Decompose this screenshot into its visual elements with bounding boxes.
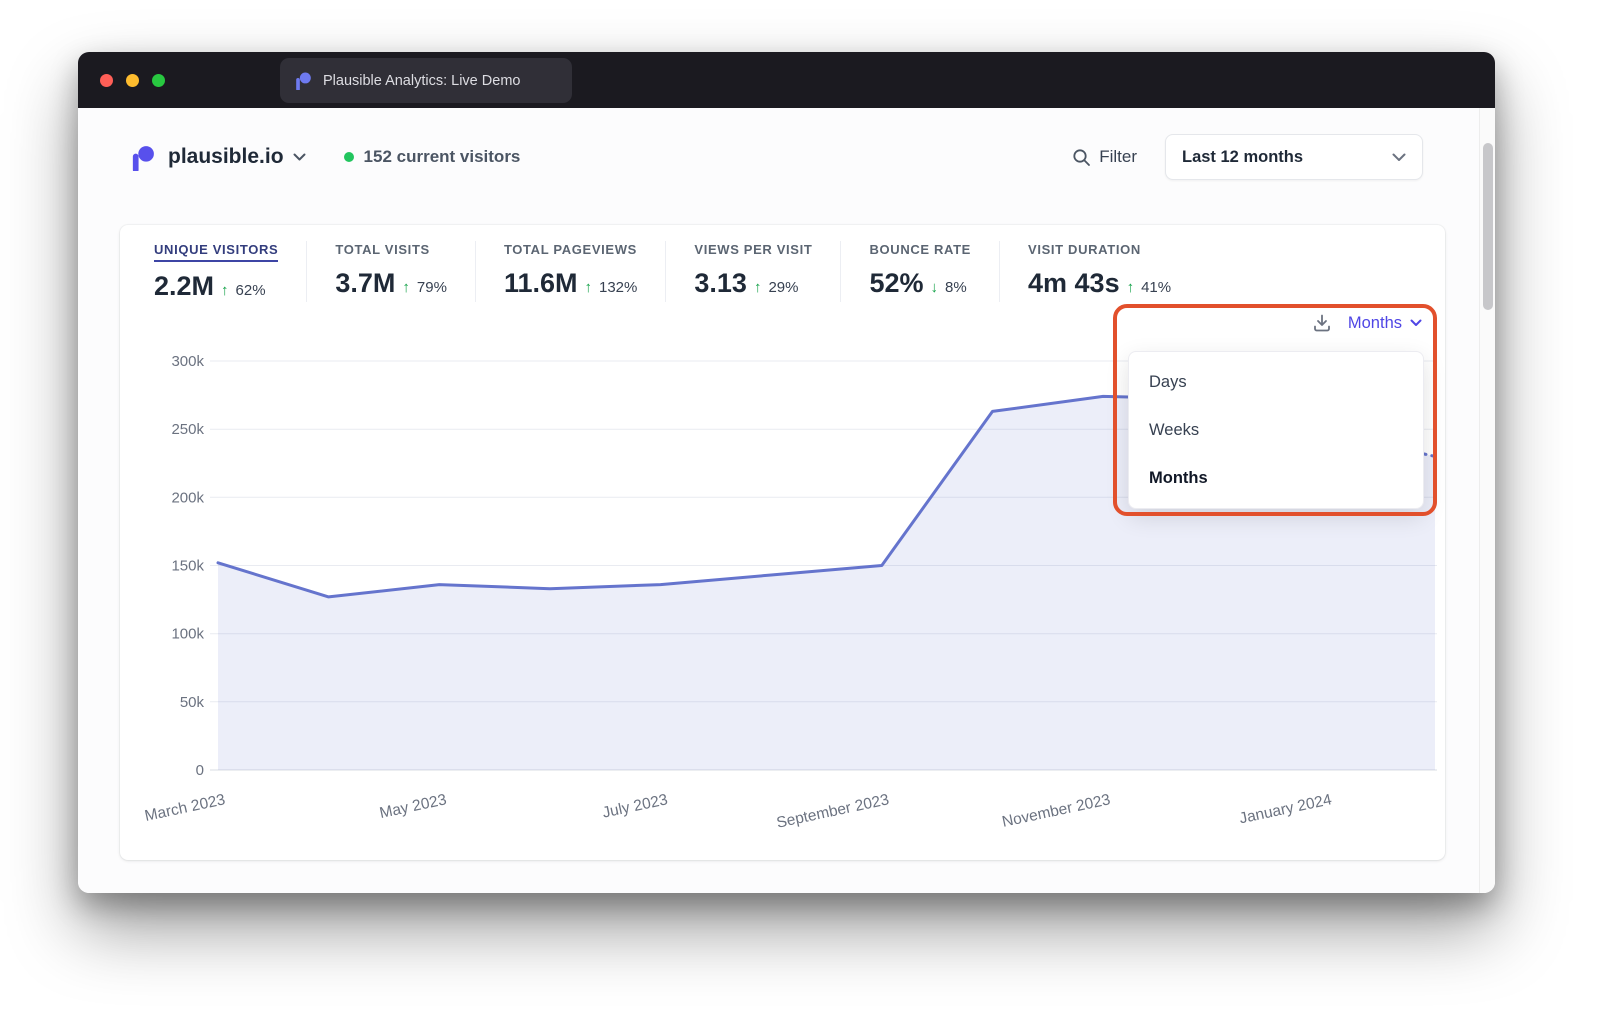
- svg-text:100k: 100k: [171, 626, 204, 643]
- interval-selected-label: Months: [1348, 314, 1402, 333]
- stat-change: 29%: [768, 279, 798, 296]
- menu-item-days[interactable]: Days: [1129, 358, 1423, 406]
- stat-visit-duration[interactable]: VISIT DURATION 4m 43s ↑ 41%: [1028, 241, 1199, 302]
- stat-total-pageviews[interactable]: TOTAL PAGEVIEWS 11.6M ↑ 132%: [504, 241, 666, 302]
- svg-text:November 2023: November 2023: [1001, 791, 1112, 831]
- interval-dropdown-button[interactable]: Months: [1348, 314, 1422, 333]
- current-visitors[interactable]: 152 current visitors: [344, 147, 521, 167]
- date-range-select[interactable]: Last 12 months: [1165, 134, 1423, 180]
- stat-bounce-rate[interactable]: BOUNCE RATE 52% ↓ 8%: [869, 241, 1000, 302]
- stats-row: UNIQUE VISITORS 2.2M ↑ 62% TOTAL VISITS …: [120, 225, 1445, 302]
- stat-change: 79%: [417, 279, 447, 296]
- menu-item-months[interactable]: Months: [1129, 454, 1423, 502]
- svg-text:300k: 300k: [171, 353, 204, 370]
- traffic-lights: [100, 74, 165, 87]
- stat-label: TOTAL PAGEVIEWS: [504, 242, 637, 257]
- download-button[interactable]: [1312, 313, 1332, 333]
- chevron-down-icon: [293, 153, 306, 162]
- browser-titlebar: Plausible Analytics: Live Demo: [78, 52, 1495, 108]
- plausible-logo-icon: [130, 144, 157, 171]
- trend-up-icon: ↑: [221, 282, 229, 299]
- filter-label: Filter: [1099, 147, 1137, 167]
- interval-control: Months: [1312, 313, 1422, 333]
- plausible-favicon-icon: [294, 71, 313, 90]
- site-switcher[interactable]: plausible.io: [130, 144, 306, 171]
- svg-text:March 2023: March 2023: [143, 791, 227, 825]
- current-visitors-label: 152 current visitors: [364, 147, 521, 167]
- trend-up-icon: ↑: [754, 279, 762, 296]
- page-content: plausible.io 152 current visitors Filter: [78, 108, 1495, 893]
- scrollbar-track[interactable]: [1479, 108, 1495, 893]
- svg-text:50k: 50k: [180, 694, 205, 711]
- tab-title: Plausible Analytics: Live Demo: [323, 73, 520, 89]
- svg-text:0: 0: [196, 762, 204, 779]
- stat-label: VIEWS PER VISIT: [694, 242, 812, 257]
- svg-text:July 2023: July 2023: [601, 791, 669, 821]
- minimize-window-button[interactable]: [126, 74, 139, 87]
- site-name: plausible.io: [168, 145, 284, 169]
- close-window-button[interactable]: [100, 74, 113, 87]
- trend-down-icon: ↓: [931, 279, 939, 296]
- date-range-value: Last 12 months: [1182, 148, 1303, 167]
- scrollbar-thumb[interactable]: [1483, 143, 1493, 310]
- stat-change: 8%: [945, 279, 967, 296]
- svg-text:January 2024: January 2024: [1238, 791, 1334, 827]
- trend-up-icon: ↑: [585, 279, 593, 296]
- interval-menu: Days Weeks Months: [1128, 351, 1424, 509]
- analytics-card: UNIQUE VISITORS 2.2M ↑ 62% TOTAL VISITS …: [120, 225, 1445, 860]
- zoom-window-button[interactable]: [152, 74, 165, 87]
- stat-value: 3.13: [694, 268, 747, 299]
- svg-text:200k: 200k: [171, 489, 204, 506]
- trend-up-icon: ↑: [1127, 279, 1135, 296]
- menu-item-weeks[interactable]: Weeks: [1129, 406, 1423, 454]
- stat-total-visits[interactable]: TOTAL VISITS 3.7M ↑ 79%: [335, 241, 476, 302]
- stat-label: TOTAL VISITS: [335, 242, 429, 257]
- chevron-down-icon: [1410, 319, 1422, 327]
- stat-label: UNIQUE VISITORS: [154, 242, 278, 262]
- stat-value: 2.2M: [154, 271, 214, 302]
- browser-tab[interactable]: Plausible Analytics: Live Demo: [280, 58, 572, 103]
- svg-text:September 2023: September 2023: [775, 791, 891, 831]
- dashboard-header: plausible.io 152 current visitors Filter: [78, 108, 1495, 180]
- chevron-down-icon: [1392, 153, 1406, 162]
- stat-value: 4m 43s: [1028, 268, 1120, 299]
- stat-value: 52%: [869, 268, 923, 299]
- live-dot-icon: [344, 152, 354, 162]
- svg-text:150k: 150k: [171, 558, 204, 575]
- filter-button[interactable]: Filter: [1072, 147, 1137, 167]
- browser-window: Plausible Analytics: Live Demo plausible…: [78, 52, 1495, 893]
- stat-change: 132%: [599, 279, 637, 296]
- stat-value: 11.6M: [504, 268, 578, 299]
- stat-label: BOUNCE RATE: [869, 242, 971, 257]
- stat-change: 62%: [236, 282, 266, 299]
- svg-text:250k: 250k: [171, 421, 204, 438]
- stat-label: VISIT DURATION: [1028, 242, 1141, 257]
- stat-unique-visitors[interactable]: UNIQUE VISITORS 2.2M ↑ 62%: [154, 241, 307, 302]
- search-icon: [1072, 148, 1091, 167]
- trend-up-icon: ↑: [402, 279, 410, 296]
- svg-text:May 2023: May 2023: [378, 791, 448, 822]
- stat-value: 3.7M: [335, 268, 395, 299]
- stat-views-per-visit[interactable]: VIEWS PER VISIT 3.13 ↑ 29%: [694, 241, 841, 302]
- stat-change: 41%: [1141, 279, 1171, 296]
